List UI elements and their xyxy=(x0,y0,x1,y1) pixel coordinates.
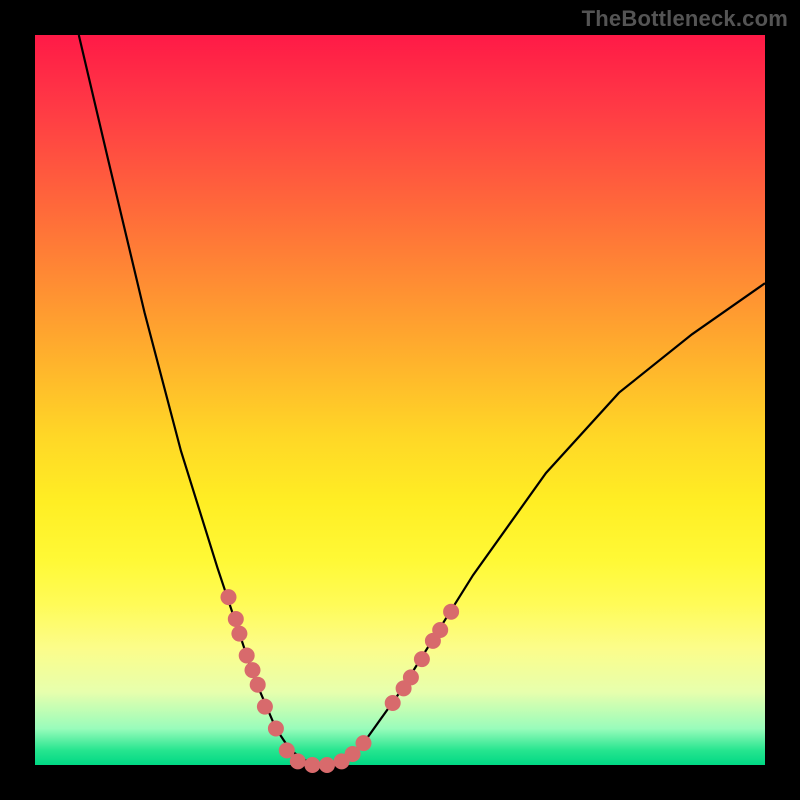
cluster-point xyxy=(239,648,255,664)
cluster-point xyxy=(228,611,244,627)
plot-area xyxy=(35,35,765,765)
cluster-point xyxy=(414,651,430,667)
cluster-point xyxy=(231,626,247,642)
cluster-point xyxy=(245,662,261,678)
cluster-point xyxy=(432,622,448,638)
cluster-point xyxy=(319,757,335,773)
watermark-text: TheBottleneck.com xyxy=(582,6,788,32)
cluster-point xyxy=(385,695,401,711)
cluster-point xyxy=(290,753,306,769)
cluster-point xyxy=(403,669,419,685)
cluster-point xyxy=(356,735,372,751)
chart-svg xyxy=(35,35,765,765)
cluster-point xyxy=(304,757,320,773)
cluster-markers xyxy=(221,589,460,773)
cluster-point xyxy=(268,721,284,737)
cluster-point xyxy=(443,604,459,620)
chart-frame: TheBottleneck.com xyxy=(0,0,800,800)
cluster-point xyxy=(250,677,266,693)
cluster-point xyxy=(221,589,237,605)
cluster-point xyxy=(257,699,273,715)
